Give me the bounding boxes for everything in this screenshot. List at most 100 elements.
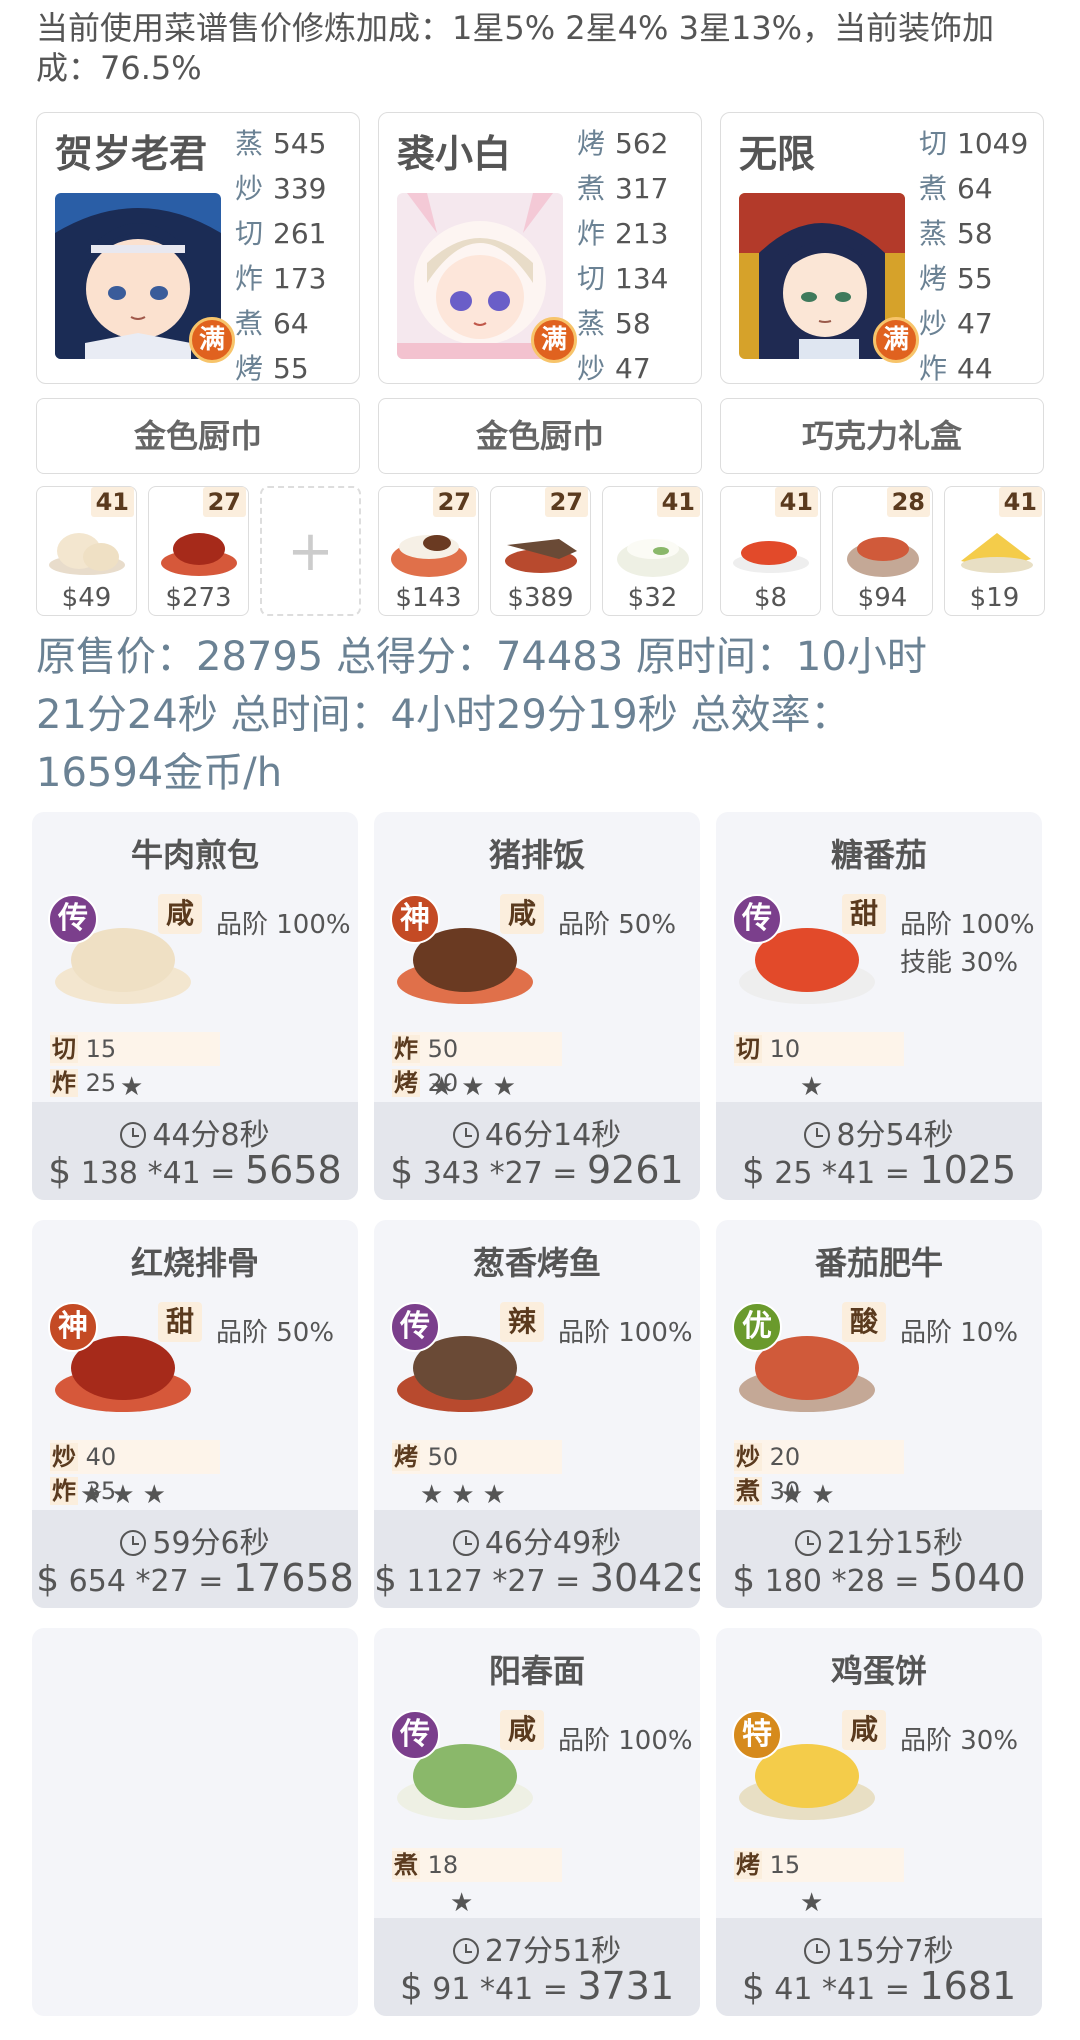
recipe-card[interactable]: 番茄肥牛 优 酸 品阶 10% 炒 20煮 30 ★★ 21分15秒 $ 180… — [716, 1220, 1042, 1608]
total-price: 5658 — [244, 1148, 342, 1192]
requirements: 炒 40炸 35 — [50, 1440, 220, 1505]
recipe-card[interactable]: 葱香烤鱼 传 辣 品阶 100% 烤 50 ★★★ 46分49秒 $ 1127 … — [374, 1220, 700, 1608]
total-price: 1025 — [919, 1148, 1017, 1192]
chef-name: 无限 — [739, 132, 816, 176]
add-dish-slot[interactable]: + — [260, 486, 361, 616]
skill-bonus-text: 技能 30% — [900, 948, 1019, 978]
price-calculation: $ 41 *41 = 1681 — [741, 1964, 1017, 2008]
equip-button-3[interactable]: 巧克力礼盒 — [720, 398, 1044, 474]
summary-stats: 原售价：28795 总得分：74483 原时间：10小时 21分24秒 总时间：… — [36, 628, 1046, 802]
dish-slot[interactable]: 41 $8 — [720, 486, 821, 616]
dish-slot[interactable]: 28 $94 — [832, 486, 933, 616]
dish-icon-pork-rice — [391, 535, 467, 577]
dish-slot[interactable]: 27 $273 — [148, 486, 249, 616]
recipe-card[interactable]: 阳春面 传 咸 品阶 100% 煮 18 ★ 27分51秒 $ 91 *41 =… — [374, 1628, 700, 2016]
equip-button-1[interactable]: 金色厨巾 — [36, 398, 360, 474]
grade-text: 品阶 30% — [900, 1726, 1019, 1756]
skill-name: 炒 — [919, 307, 948, 340]
total-price: 9261 — [586, 1148, 684, 1192]
grade-info: 品阶 100% — [558, 1722, 693, 1760]
rarity-badge: 神 — [48, 1302, 98, 1352]
dish-price: $273 — [165, 583, 232, 613]
taste-badge: 咸 — [500, 894, 544, 934]
unit-price: 25 — [774, 1156, 813, 1191]
multiplier: *41 — [147, 1156, 201, 1191]
dollar-icon: $ — [741, 1151, 765, 1192]
multiplier: *28 — [831, 1564, 885, 1599]
dish-icon-noodles — [617, 539, 689, 577]
requirement-skill: 炸 — [50, 1477, 78, 1505]
price-calculation: $ 343 *27 = 9261 — [390, 1148, 684, 1192]
requirement: 炸 25 — [50, 1066, 128, 1100]
requirement-skill: 炒 — [734, 1443, 762, 1471]
star-rating: ★★★ — [420, 1480, 514, 1510]
skill-name: 煮 — [235, 307, 264, 340]
dish-count: 41 — [90, 487, 134, 517]
star-rating: ★★★ — [80, 1480, 174, 1510]
recipe-card[interactable]: 鸡蛋饼 特 咸 品阶 30% 烤 15 ★ 15分7秒 $ 41 *41 = 1… — [716, 1628, 1042, 2016]
dish-slot[interactable]: 41 $19 — [944, 486, 1045, 616]
skill-name: 烤 — [577, 127, 606, 160]
requirement-skill: 切 — [734, 1035, 762, 1063]
multiplier: *27 — [135, 1564, 189, 1599]
requirements: 烤 15 — [734, 1848, 904, 1882]
clock-icon — [794, 1530, 821, 1556]
taste-badge: 咸 — [500, 1710, 544, 1750]
requirement: 炒 20 — [734, 1440, 812, 1474]
total-price: 30429 — [589, 1556, 700, 1600]
multiplier: *41 — [822, 1972, 876, 2007]
multiplier: *27 — [492, 1564, 546, 1599]
recipe-card[interactable]: 猪排饭 神 咸 品阶 50% 炸 50烤 20 ★★★ 46分14秒 $ 343… — [374, 812, 700, 1200]
dish-slot[interactable]: 41 $49 — [36, 486, 137, 616]
dish-count: 41 — [998, 487, 1042, 517]
clock-icon — [804, 1938, 831, 1964]
chef-skills: 蒸 545 炒 339 切 261 炸 173 煮 64 烤 55 — [235, 121, 326, 391]
recipe-card[interactable]: 糖番茄 传 甜 品阶 100% 技能 30% 切 10 ★ 8分54秒 $ 25… — [716, 812, 1042, 1200]
clock-icon — [120, 1530, 147, 1556]
requirements: 切 10 — [734, 1032, 904, 1066]
dish-slot[interactable]: 27 $143 — [378, 486, 479, 616]
dish-price: $8 — [753, 583, 788, 613]
skill-value: 55 — [273, 352, 309, 385]
requirement-value: 10 — [769, 1035, 801, 1063]
dish-count: 27 — [544, 487, 588, 517]
requirement-skill: 烤 — [734, 1851, 762, 1879]
star-rating: ★★★ — [430, 1072, 524, 1102]
chef-name: 裘小白 — [397, 132, 512, 176]
recipe-card-empty[interactable] — [32, 1628, 358, 2016]
star-rating: ★ — [120, 1072, 152, 1102]
recipe-footer: 46分14秒 $ 343 *27 = 9261 — [374, 1102, 700, 1200]
dollar-icon: $ — [399, 1967, 423, 2008]
chef-card-2[interactable]: 裘小白 满 烤 562 煮 317 炸 213 切 134 蒸 58 炒 47 — [378, 112, 702, 385]
recipe-card[interactable]: 红烧排骨 神 甜 品阶 50% 炒 40炸 35 ★★★ 59分6秒 $ 654… — [32, 1220, 358, 1608]
grade-info: 品阶 100% 技能 30% — [900, 906, 1035, 982]
rarity-badge: 神 — [390, 894, 440, 944]
dish-slot[interactable]: 27 $389 — [490, 486, 591, 616]
chef-card-1[interactable]: 贺岁老君 满 蒸 545 炒 339 切 261 炸 173 煮 64 烤 55 — [36, 112, 360, 385]
unit-price: 180 — [764, 1564, 823, 1599]
skill-name: 煮 — [577, 172, 606, 205]
equip-button-2[interactable]: 金色厨巾 — [378, 398, 702, 474]
multiplier: *41 — [480, 1972, 534, 2007]
dish-icon-egg-pancake — [961, 533, 1033, 573]
skill-name: 炸 — [919, 352, 948, 385]
total-price: 1681 — [919, 1964, 1017, 2008]
dish-count: 41 — [656, 487, 700, 517]
skill-value: 317 — [615, 172, 669, 205]
skill-value: 58 — [957, 217, 993, 250]
dish-slot[interactable]: 41 $32 — [602, 486, 703, 616]
dish-count: 27 — [202, 487, 246, 517]
dish-icon-sugar-tomato — [733, 541, 809, 573]
dollar-icon: $ — [48, 1151, 72, 1192]
skill-name: 蒸 — [919, 217, 948, 250]
skill-value: 47 — [957, 307, 993, 340]
max-level-badge: 满 — [873, 317, 919, 363]
dish-icon-braised-ribs — [161, 533, 237, 576]
skill-value: 562 — [615, 127, 669, 160]
requirement: 烤 50 — [392, 1440, 470, 1474]
skill-name: 煮 — [919, 172, 948, 205]
skill-value: 261 — [273, 217, 327, 250]
chef-card-3[interactable]: 无限 满 切 1049 煮 64 蒸 58 烤 55 炒 47 炸 44 — [720, 112, 1044, 385]
clock-icon — [120, 1122, 147, 1148]
recipe-card[interactable]: 牛肉煎包 传 咸 品阶 100% 切 15炸 25 ★ 44分8秒 $ 138 … — [32, 812, 358, 1200]
